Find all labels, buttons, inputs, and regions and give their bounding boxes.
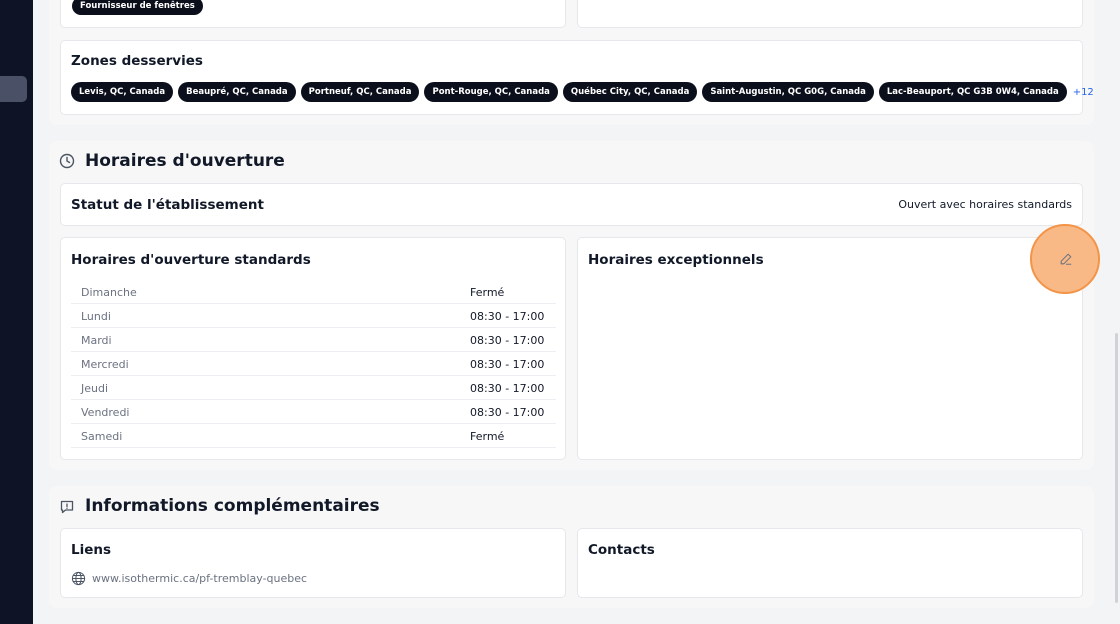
clock-icon [59, 153, 75, 169]
hours-time: 08:30 - 17:00 [470, 334, 545, 347]
hours-row: Vendredi 08:30 - 17:00 [71, 400, 556, 424]
scrollbar[interactable] [1112, 0, 1120, 624]
hours-day: Mardi [81, 334, 112, 347]
right-top-card [577, 0, 1083, 28]
hours-time: 08:30 - 17:00 [470, 358, 545, 371]
standard-hours-card: Horaires d'ouverture standards Dimanche … [60, 237, 566, 460]
hours-time: Fermé [470, 286, 505, 299]
service-area-chip: Beaupré, QC, Canada [178, 82, 296, 102]
service-areas-chips: Levis, QC, Canada Beaupré, QC, Canada Po… [71, 82, 1094, 102]
hours-row: Dimanche Fermé [71, 280, 556, 304]
website-link[interactable]: www.isothermic.ca/pf-tremblay-quebec [92, 572, 307, 585]
business-info-section: Fournisseur de fenêtres Zones desservies… [49, 0, 1094, 125]
scrollbar-thumb[interactable] [1115, 333, 1118, 603]
hours-day: Dimanche [81, 286, 137, 299]
hours-time: 08:30 - 17:00 [470, 310, 545, 323]
service-areas-card: Zones desservies Levis, QC, Canada Beaup… [60, 40, 1094, 115]
service-area-chip: Pont-Rouge, QC, Canada [424, 82, 558, 102]
additional-info-title: Informations complémentaires [85, 496, 380, 516]
hours-row: Mardi 08:30 - 17:00 [71, 328, 556, 352]
opening-hours-section: Horaires d'ouverture Statut de l'établis… [49, 141, 1094, 470]
establishment-status-label: Statut de l'établissement [71, 197, 264, 213]
exceptional-hours-card: Horaires exceptionnels [577, 237, 1083, 460]
hours-row: Samedi Fermé [71, 424, 556, 448]
hours-row: Jeudi 08:30 - 17:00 [71, 376, 556, 400]
service-area-chip: Saint-Augustin, QC G0G, Canada [702, 82, 874, 102]
establishment-status-value: Ouvert avec horaires standards [898, 198, 1072, 211]
sidebar-active-item[interactable] [0, 76, 27, 102]
exceptional-hours-title: Horaires exceptionnels [588, 252, 764, 268]
hours-row: Mercredi 08:30 - 17:00 [71, 352, 556, 376]
standard-hours-title: Horaires d'ouverture standards [71, 252, 311, 268]
contacts-title: Contacts [588, 542, 655, 558]
hours-day: Lundi [81, 310, 111, 323]
edit-exceptional-hours-button[interactable] [1030, 224, 1100, 294]
service-areas-title: Zones desservies [71, 53, 203, 69]
hours-day: Jeudi [81, 382, 109, 395]
service-area-chip: Lac-Beauport, QC G3B 0W4, Canada [878, 82, 1067, 102]
supplier-tag: Fournisseur de fenêtres [72, 0, 203, 15]
message-info-icon [60, 500, 74, 514]
hours-time: 08:30 - 17:00 [470, 406, 545, 419]
categories-card: Fournisseur de fenêtres [60, 0, 566, 28]
additional-info-section: Informations complémentaires Liens www.i… [49, 486, 1094, 608]
service-area-chip: Levis, QC, Canada [71, 82, 174, 102]
service-area-chip: Portneuf, QC, Canada [300, 82, 420, 102]
establishment-status-card: Statut de l'établissement Ouvert avec ho… [60, 183, 1083, 226]
hours-time: Fermé [470, 430, 505, 443]
sidebar [0, 0, 33, 624]
hours-day: Mercredi [81, 358, 129, 371]
service-area-chip: Québec City, QC, Canada [562, 82, 698, 102]
hours-day: Vendredi [81, 406, 130, 419]
opening-hours-title: Horaires d'ouverture [85, 151, 285, 171]
hours-row: Lundi 08:30 - 17:00 [71, 304, 556, 328]
hours-day: Samedi [81, 430, 123, 443]
pencil-icon [1060, 253, 1072, 265]
links-card: Liens www.isothermic.ca/pf-tremblay-queb… [60, 528, 566, 598]
contacts-card: Contacts [577, 528, 1083, 598]
more-service-areas-link[interactable]: +12 [1073, 87, 1094, 98]
globe-icon [71, 571, 86, 586]
hours-time: 08:30 - 17:00 [470, 382, 545, 395]
links-title: Liens [71, 542, 112, 558]
